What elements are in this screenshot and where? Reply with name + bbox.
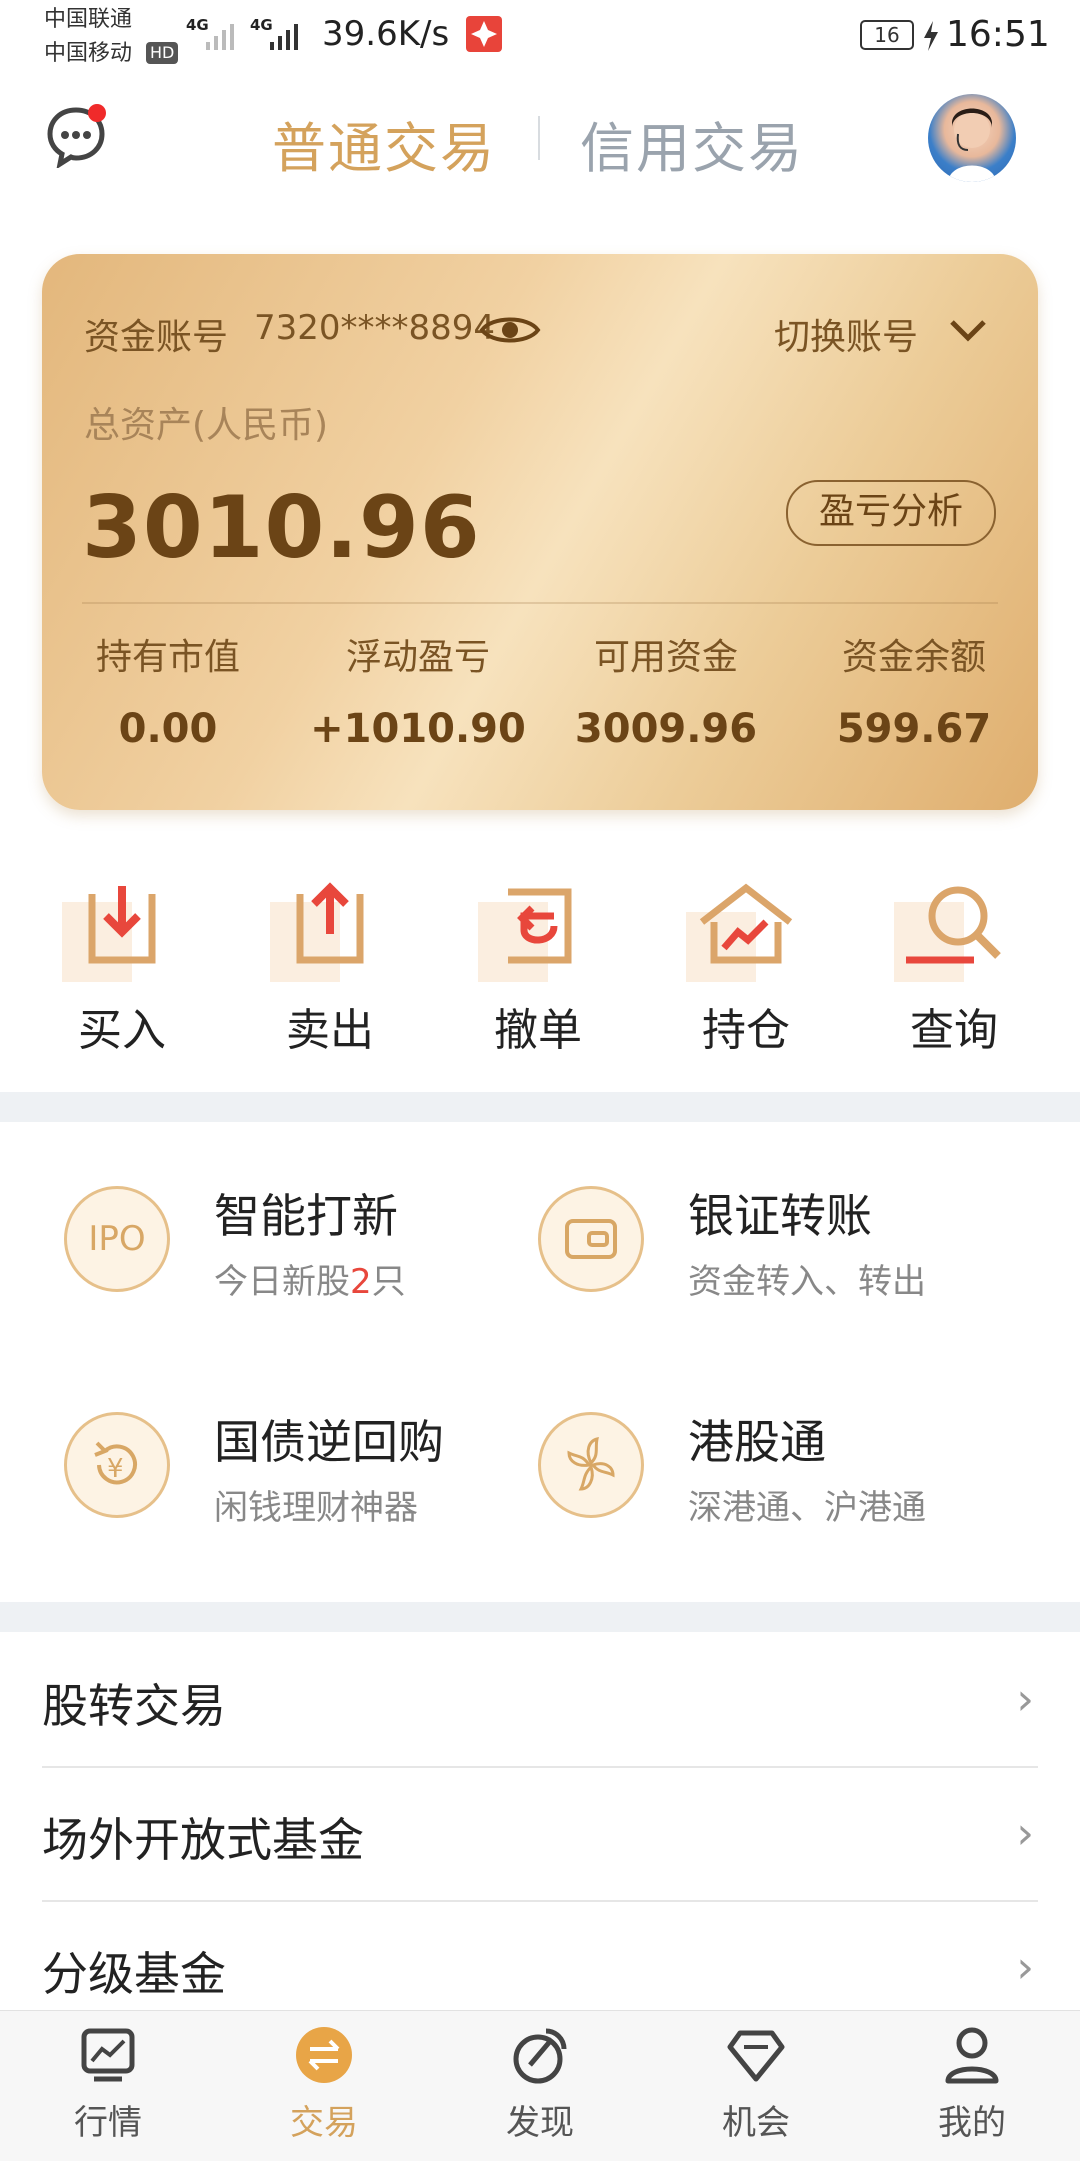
ipo-new-count: 2	[350, 1262, 372, 1302]
total-assets-value: 3010.96	[82, 478, 481, 578]
stat-value-market-value: 0.00	[118, 706, 218, 752]
feature-bank-transfer[interactable]: 银证转账 资金转入、转出	[538, 1186, 1018, 1306]
feature-ipo-title: 智能打新	[214, 1189, 398, 1243]
svg-text:¥: ¥	[107, 1454, 124, 1484]
feature-hk-connect-subtitle: 深港通、沪港通	[688, 1488, 926, 1528]
avatar	[948, 108, 996, 182]
action-buy-label: 买入	[78, 1005, 166, 1056]
nav-discover-label: 发现	[506, 2103, 574, 2143]
ipo-sub-prefix: 今日新股	[214, 1262, 350, 1302]
action-query[interactable]: 查询	[864, 882, 1044, 1058]
tab-divider	[538, 116, 540, 160]
nav-trade-label: 交易	[290, 2103, 358, 2143]
charging-icon	[924, 21, 938, 51]
nav-mine-label: 我的	[938, 2103, 1006, 2143]
list-item-neeq-trade[interactable]: 股转交易 ›	[42, 1634, 1038, 1768]
action-cancel-order[interactable]: 撤单	[448, 882, 628, 1058]
feature-reverse-repo-subtitle: 闲钱理财神器	[214, 1488, 418, 1528]
bottom-nav: 行情 交易 发现 机会 我的	[0, 2010, 1080, 2161]
action-position-label: 持仓	[702, 1005, 790, 1056]
stat-label-fund-balance: 资金余额	[841, 637, 986, 678]
ipo-sub-suffix: 只	[371, 1262, 406, 1302]
section-divider-1	[0, 1092, 1080, 1122]
list-item-label: 场外开放式基金	[42, 1813, 364, 1867]
sell-icon	[270, 882, 390, 982]
query-icon	[894, 882, 1014, 982]
account-number: 7320****8894	[254, 308, 496, 348]
user-icon	[945, 2027, 999, 2084]
list-item-label: 分级基金	[42, 1947, 226, 2001]
action-sell[interactable]: 卖出	[240, 882, 420, 1058]
position-icon	[686, 882, 806, 982]
clock: 16:51	[946, 14, 1050, 55]
status-bar: 中国联通 中国移动 HD 4G 4G 39.6K/s 16 16:51	[0, 0, 1080, 72]
network-speed: 39.6K/s	[322, 14, 450, 54]
tab-normal-trade[interactable]: 普通交易	[272, 104, 496, 183]
account-label: 资金账号	[84, 317, 229, 358]
nav-trade[interactable]: 交易	[216, 2025, 432, 2144]
eye-icon[interactable]	[478, 308, 542, 352]
action-sell-label: 卖出	[286, 1005, 374, 1056]
action-buy[interactable]: 买入	[32, 882, 212, 1058]
chevron-right-icon: ›	[1016, 1942, 1034, 1993]
list-item-otc-fund[interactable]: 场外开放式基金 ›	[42, 1768, 1038, 1902]
app-notify-icon	[466, 16, 502, 52]
nav-mine[interactable]: 我的	[864, 2025, 1080, 2144]
tab-credit-trade[interactable]: 信用交易	[580, 104, 804, 183]
feature-reverse-repo-title: 国债逆回购	[214, 1415, 444, 1469]
pnl-analysis-button[interactable]: 盈亏分析	[786, 480, 996, 546]
wallet-icon	[538, 1186, 644, 1292]
chevron-right-icon: ›	[1016, 1808, 1034, 1859]
buy-icon	[62, 882, 182, 982]
yuan-cycle-icon: ¥	[64, 1412, 170, 1518]
switch-account-button[interactable]: 切换账号	[774, 308, 918, 360]
list-item-label: 股转交易	[42, 1679, 226, 1733]
diamond-icon	[727, 2030, 785, 2082]
nav-discover[interactable]: 发现	[432, 2025, 648, 2144]
bauhinia-icon	[538, 1412, 644, 1518]
asset-card: 资金账号 7320****8894 切换账号 总资产(人民币) 3010.96 …	[42, 254, 1038, 810]
nav-market[interactable]: 行情	[0, 2025, 216, 2144]
nav-opportunity[interactable]: 机会	[648, 2025, 864, 2144]
feature-ipo-subtitle: 今日新股2只	[214, 1254, 406, 1303]
chevron-down-icon[interactable]	[948, 316, 988, 346]
stat-label-market-value: 持有市值	[95, 637, 240, 678]
feature-bank-transfer-title: 银证转账	[688, 1189, 872, 1243]
battery-indicator: 16	[860, 20, 914, 50]
hd-badge: HD	[146, 42, 179, 64]
nav-opportunity-label: 机会	[722, 2103, 790, 2143]
trade-icon	[296, 2027, 352, 2083]
ipo-icon: IPO	[64, 1186, 170, 1292]
carrier-1: 中国联通	[44, 7, 133, 32]
stat-value-floating-pnl: +1010.90	[310, 706, 526, 752]
stat-value-available-funds: 3009.96	[574, 706, 758, 752]
nav-market-label: 行情	[74, 2103, 142, 2143]
total-assets-label: 总资产(人民币)	[84, 405, 329, 446]
chart-icon	[81, 2028, 135, 2082]
feature-reverse-repo[interactable]: ¥ 国债逆回购 闲钱理财神器	[64, 1412, 504, 1532]
discover-icon	[513, 2028, 567, 2084]
carrier-2: 中国移动	[44, 41, 133, 66]
stat-value-fund-balance: 599.67	[836, 706, 992, 752]
card-divider	[82, 602, 998, 604]
chevron-right-icon: ›	[1016, 1674, 1034, 1725]
stat-label-available-funds: 可用资金	[593, 637, 738, 678]
signal-icon-2	[270, 24, 298, 50]
message-button[interactable]	[44, 104, 108, 170]
action-query-label: 查询	[910, 1005, 998, 1056]
feature-hk-connect-title: 港股通	[688, 1415, 826, 1469]
unread-dot	[88, 104, 106, 122]
stat-label-floating-pnl: 浮动盈亏	[345, 637, 490, 678]
section-divider-2	[0, 1602, 1080, 1632]
signal-icon	[206, 24, 234, 50]
action-cancel-order-label: 撤单	[494, 1005, 582, 1056]
action-position[interactable]: 持仓	[656, 882, 836, 1058]
feature-hk-connect[interactable]: 港股通 深港通、沪港通	[538, 1412, 1018, 1532]
feature-ipo[interactable]: IPO 智能打新 今日新股2只	[64, 1186, 504, 1306]
feature-bank-transfer-subtitle: 资金转入、转出	[688, 1262, 926, 1302]
cancel-order-icon	[478, 882, 598, 982]
customer-service-avatar[interactable]	[928, 94, 1016, 182]
